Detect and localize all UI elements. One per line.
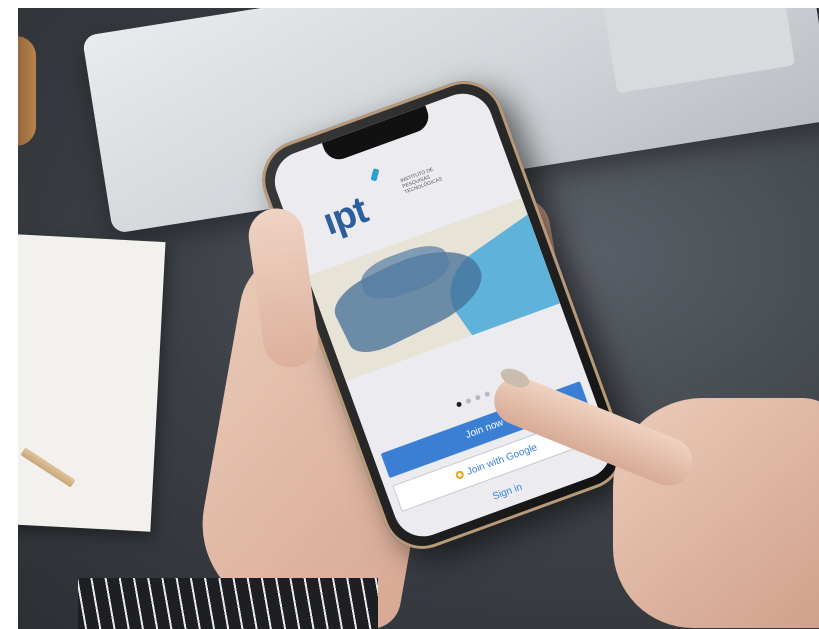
carousel-dot-4[interactable] [484,390,491,398]
carousel-dot-2[interactable] [465,397,472,405]
cup [18,36,36,146]
notebook [18,234,166,532]
carousel-dots[interactable] [455,390,491,408]
carousel-dot-3[interactable] [474,394,482,401]
institute-name: INSTITUTO DE PESQUISAS TECNOLÓGICAS [400,158,463,196]
carousel-dot-1[interactable] [455,401,463,408]
laptop-trackpad [600,8,796,94]
photo-scene: ıpt INSTITUTO DE PESQUISAS TECNOLÓGICAS … [18,8,819,629]
logo-accent-icon [370,168,380,182]
ipt-logo: ıpt [317,189,373,244]
striped-sleeve [78,578,378,629]
google-icon [454,469,465,481]
